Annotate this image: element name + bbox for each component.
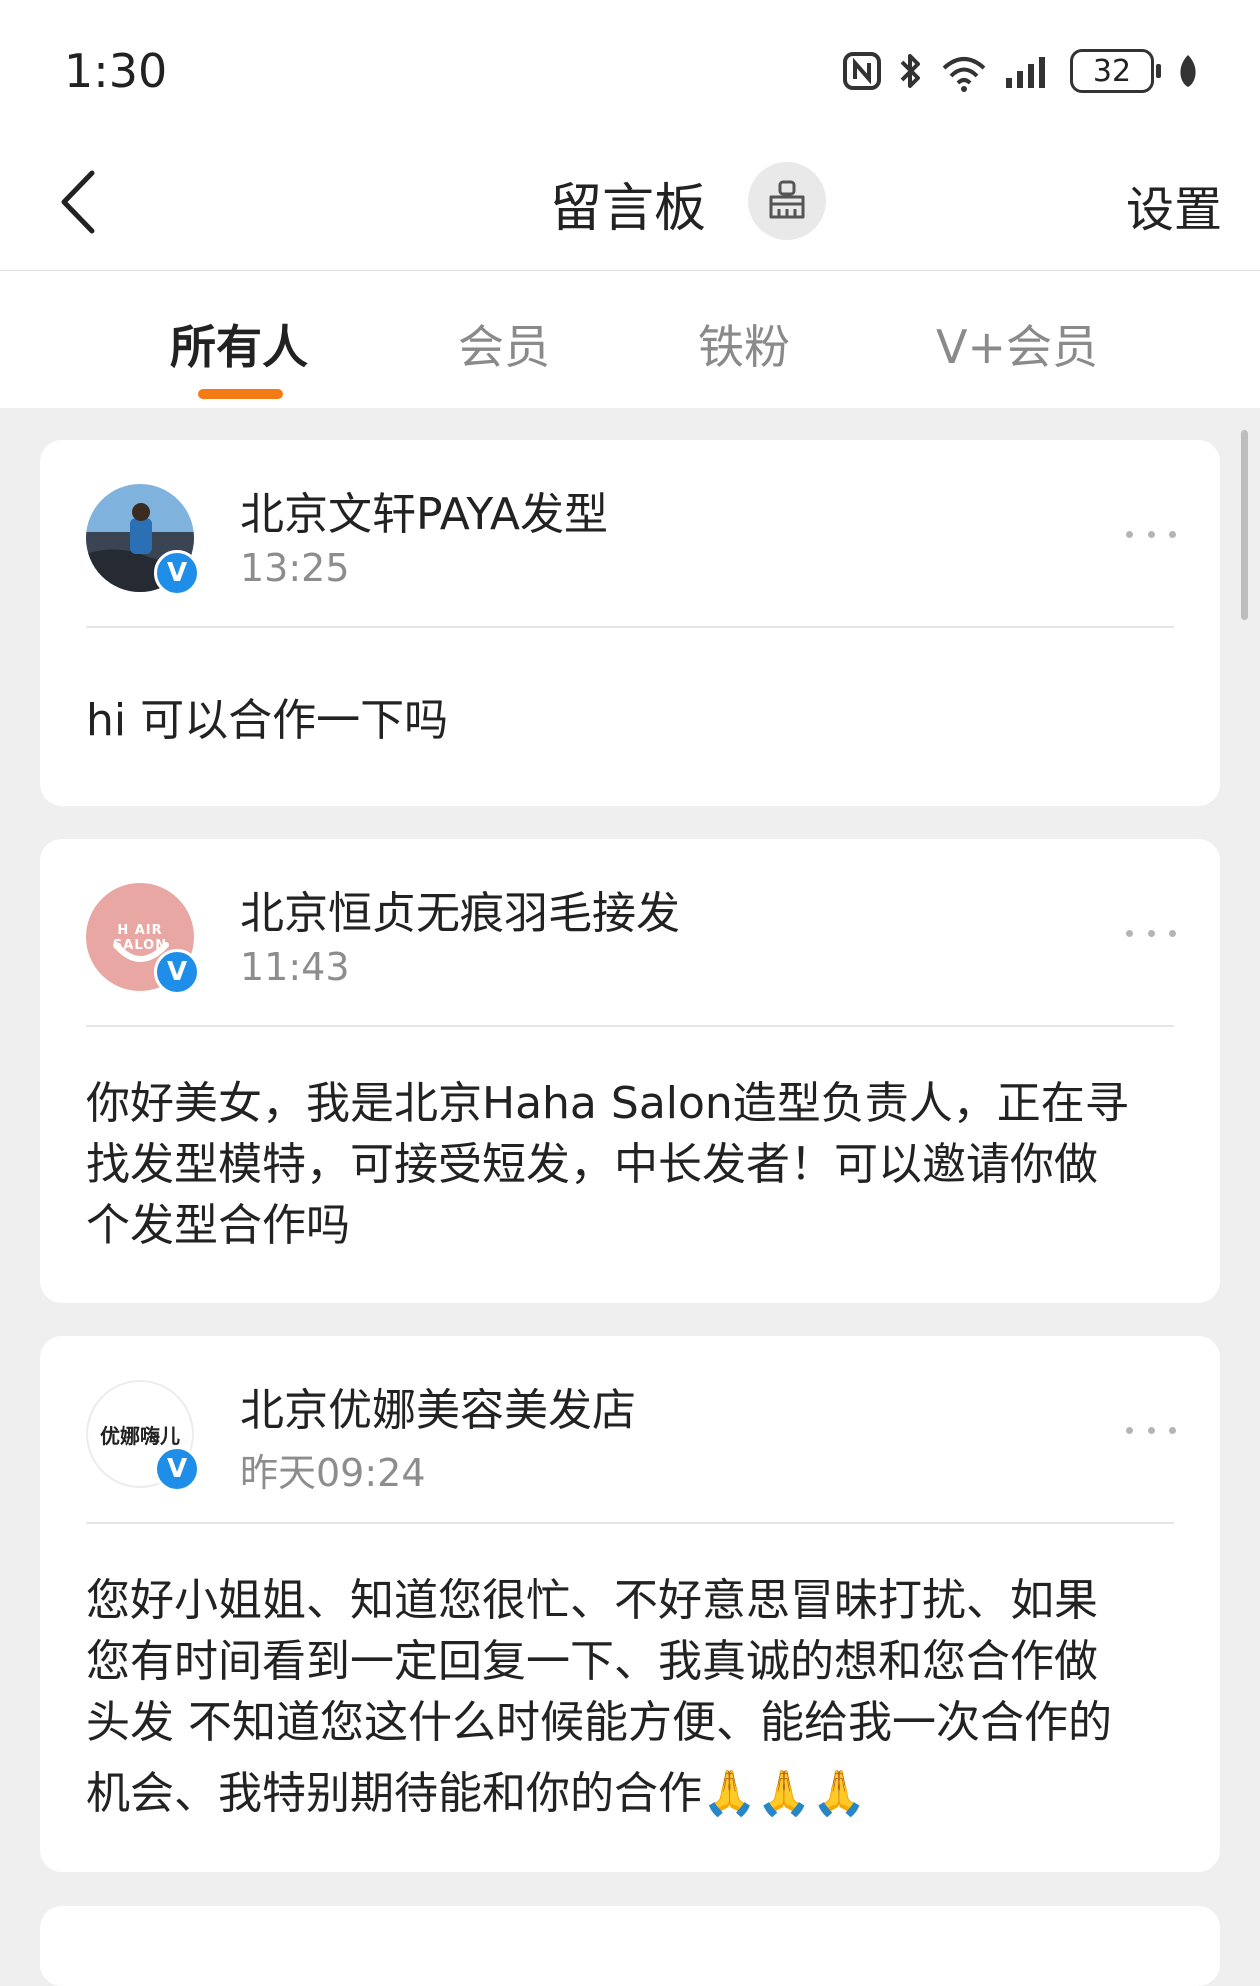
avatar[interactable]: H AIR SALON V [86,883,200,995]
tab-iron-fans[interactable]: 铁粉 [698,311,790,377]
battery-level: 32 [1092,53,1132,89]
more-options-button[interactable] [1126,522,1176,546]
message-text: 您好小姐姐、知道您很忙、不好意思冒昧打扰、如果 您有时间看到一定回复一下、我真诚… [86,1570,1160,1824]
tab-vplus-members[interactable]: V+会员 [936,311,1098,377]
divider [86,1025,1174,1027]
message-card-partial [40,1906,1220,1986]
battery-icon: 32 [1070,49,1161,93]
tab-all[interactable]: 所有人 [170,311,308,377]
author-name[interactable]: 北京恒贞无痕羽毛接发 [240,877,680,941]
message-text: 你好美女，我是北京Haha Salon造型负责人，正在寻 找发型模特，可接受短发… [86,1073,1160,1256]
bluetooth-icon [900,54,920,88]
more-options-button[interactable] [1126,1418,1176,1442]
avatar[interactable]: V [86,484,200,596]
message-line: 你好美女，我是北京Haha Salon造型负责人，正在寻 [86,1078,1129,1129]
status-bar: 1:30 32 [0,0,1260,140]
page-title: 留言板 [550,179,707,239]
message-time: 昨天09:24 [240,1451,426,1495]
message-line: hi 可以合作一下吗 [86,695,449,746]
status-time: 1:30 [64,44,168,98]
active-tab-indicator [198,389,283,399]
message-line: 个发型合作吗 [86,1200,350,1251]
signal-icon [1006,57,1045,88]
avatar[interactable]: 优娜嗨儿 V [86,1380,200,1492]
tab-bar: 所有人 会员 铁粉 V+会员 [0,271,1260,408]
leaf-icon [1180,55,1196,87]
scrollbar[interactable] [1241,430,1248,620]
nfc-icon [843,52,881,90]
message-card: H AIR SALON V 北京恒贞无痕羽毛接发 11:43 你好美女，我是北京… [40,839,1220,1303]
message-line: 头发 不知道您这什么时候能方便、能给我一次合作的 [86,1697,1112,1748]
message-line: 机会、我特别期待能和你的合作🙏🙏🙏 [86,1768,867,1819]
message-line: 您好小姐姐、知道您很忙、不好意思冒昧打扰、如果 [86,1575,1098,1626]
settings-button[interactable]: 设置 [1126,170,1222,240]
message-card: 优娜嗨儿 V 北京优娜美容美发店 昨天09:24 您好小姐姐、知道您很忙、不好意… [40,1336,1220,1872]
tab-members[interactable]: 会员 [458,311,550,377]
broom-icon [769,180,805,219]
author-name[interactable]: 北京文轩PAYA发型 [240,478,608,542]
back-button[interactable] [38,162,118,242]
clean-button[interactable] [748,162,826,240]
wifi-6-icon [942,57,986,92]
author-name[interactable]: 北京优娜美容美发店 [240,1374,636,1438]
message-text: hi 可以合作一下吗 [86,690,1160,751]
verified-badge-icon: V [154,1446,200,1492]
divider [86,1522,1174,1524]
status-icons: 32 [842,48,1200,94]
verified-badge-icon: V [154,949,200,995]
message-card: V 北京文轩PAYA发型 13:25 hi 可以合作一下吗 [40,440,1220,806]
avatar-logo-text: 优娜嗨儿 [100,1424,180,1448]
divider [86,626,1174,628]
nav-bar: 留言板 设置 [0,140,1260,271]
message-time: 13:25 [240,546,350,590]
more-options-button[interactable] [1126,921,1176,945]
chevron-left-icon [61,170,95,234]
verified-badge-icon: V [154,550,200,596]
message-line: 找发型模特，可接受短发，中长发者！可以邀请你做 [86,1139,1098,1190]
message-time: 11:43 [240,945,350,989]
message-line: 您有时间看到一定回复一下、我真诚的想和您合作做 [86,1636,1098,1687]
